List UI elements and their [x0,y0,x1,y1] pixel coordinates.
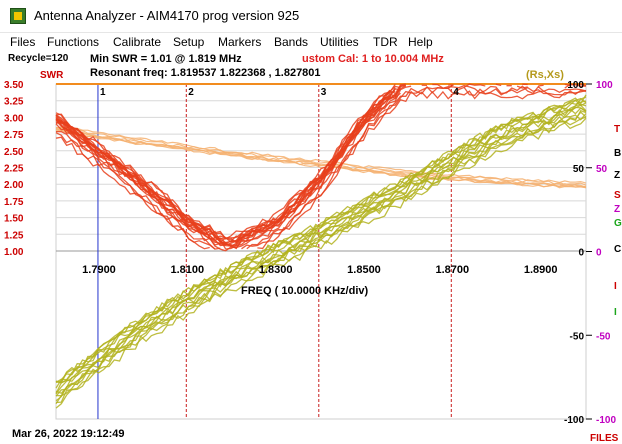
rsxs-tick-label: 100 [567,80,584,91]
menu-calibrate[interactable]: Calibrate [113,35,161,49]
legend-g-mark: G [614,218,622,229]
title-bar: Antenna Analyzer - AIM4170 prog version … [0,0,622,33]
swr-tick-label: 3.25 [4,97,24,108]
legend-r-mark: T [614,124,620,135]
freq-tick-label: 1.8300 [259,264,293,276]
xs-trace [55,113,587,405]
menu-tdr[interactable]: TDR [373,35,398,49]
freq-axis-label: FREQ ( 10.0000 KHz/div) [241,285,368,297]
menu-utilities[interactable]: Utilities [320,35,359,49]
legend-s-mark: S [614,190,621,201]
outer-tick-label: 100 [596,80,613,91]
right-tick-labels: 100 50 0 -50 -100 100 50 0 -50 -100 [564,80,616,426]
files-label[interactable]: FILES [590,433,619,444]
menu-markers[interactable]: Markers [218,35,261,49]
marker-label-2: 2 [188,87,194,98]
freq-tick-label: 1.8700 [436,264,470,276]
app-icon [10,8,26,24]
swr-tick-labels: 3.50 3.25 3.00 2.75 2.50 2.25 2.00 1.75 1.50 1.25… [4,80,24,258]
swr-tick-label: 1.25 [4,230,24,241]
timestamp: Mar 26, 2022 19:12:49 [12,428,125,440]
outer-tick-label: 50 [596,164,608,175]
rsxs-tick-label: 50 [573,164,585,175]
outer-tick-label: -50 [596,331,611,342]
rsxs-axis-title: (Rs,Xs) [526,69,564,81]
swr-tick-label: 2.50 [4,147,24,158]
xs-trace [55,104,587,395]
xs-trace [55,107,587,397]
legend-z2-mark: Z [614,204,620,215]
legend-z-mark: Z [614,170,620,181]
window-title: Antenna Analyzer - AIM4170 prog version … [34,8,300,23]
marker-label-1: 1 [100,87,106,98]
menu-setup[interactable]: Setup [173,35,204,49]
legend-i2-mark: I [614,307,617,318]
freq-tick-labels: 1.7900 1.8100 1.8300 1.8500 1.8700 1.8900 [82,264,557,276]
swr-tick-label: 2.75 [4,130,24,141]
rsxs-tick-label: -50 [570,331,585,342]
menu-functions[interactable]: Functions [47,35,99,49]
xs-trace [55,116,587,404]
swr-tick-label: 3.00 [4,113,24,124]
freq-tick-label: 1.8500 [347,264,381,276]
legend-i-mark: I [614,281,617,292]
xs-trace [55,111,587,402]
xs-trace [55,109,587,397]
xs-trace [55,117,587,409]
outer-tick-label: 0 [596,248,602,259]
legend-b-mark: B [614,148,621,159]
menu-files[interactable]: Files [10,35,35,49]
menu-bar: Files Functions Calibrate Setup Markers … [0,33,622,52]
swr-axis-title: SWR [40,70,64,81]
swr-tick-label: 3.50 [4,80,24,91]
legend-c-mark: C [614,244,621,255]
menu-bands[interactable]: Bands [274,35,308,49]
swr-tick-label: 1.75 [4,197,24,208]
rsxs-tick-label: -100 [564,415,584,426]
menu-help[interactable]: Help [408,35,433,49]
swr-tick-label: 2.00 [4,180,24,191]
analyzer-plot: SWR (Rs,Xs) FREQ ( 10.0000 KHz/div) Mar … [4,69,622,444]
traces [55,84,587,409]
freq-tick-label: 1.8100 [171,264,205,276]
marker-label-3: 3 [321,87,327,98]
swr-tick-label: 2.25 [4,164,24,175]
marker-label-4: 4 [453,87,459,98]
swr-tick-label: 1.00 [4,247,24,258]
freq-tick-label: 1.7900 [82,264,116,276]
swr-tick-label: 1.50 [4,214,24,225]
freq-tick-label: 1.8900 [524,264,558,276]
rsxs-tick-label: 0 [578,248,584,259]
outer-tick-label: -100 [596,415,616,426]
